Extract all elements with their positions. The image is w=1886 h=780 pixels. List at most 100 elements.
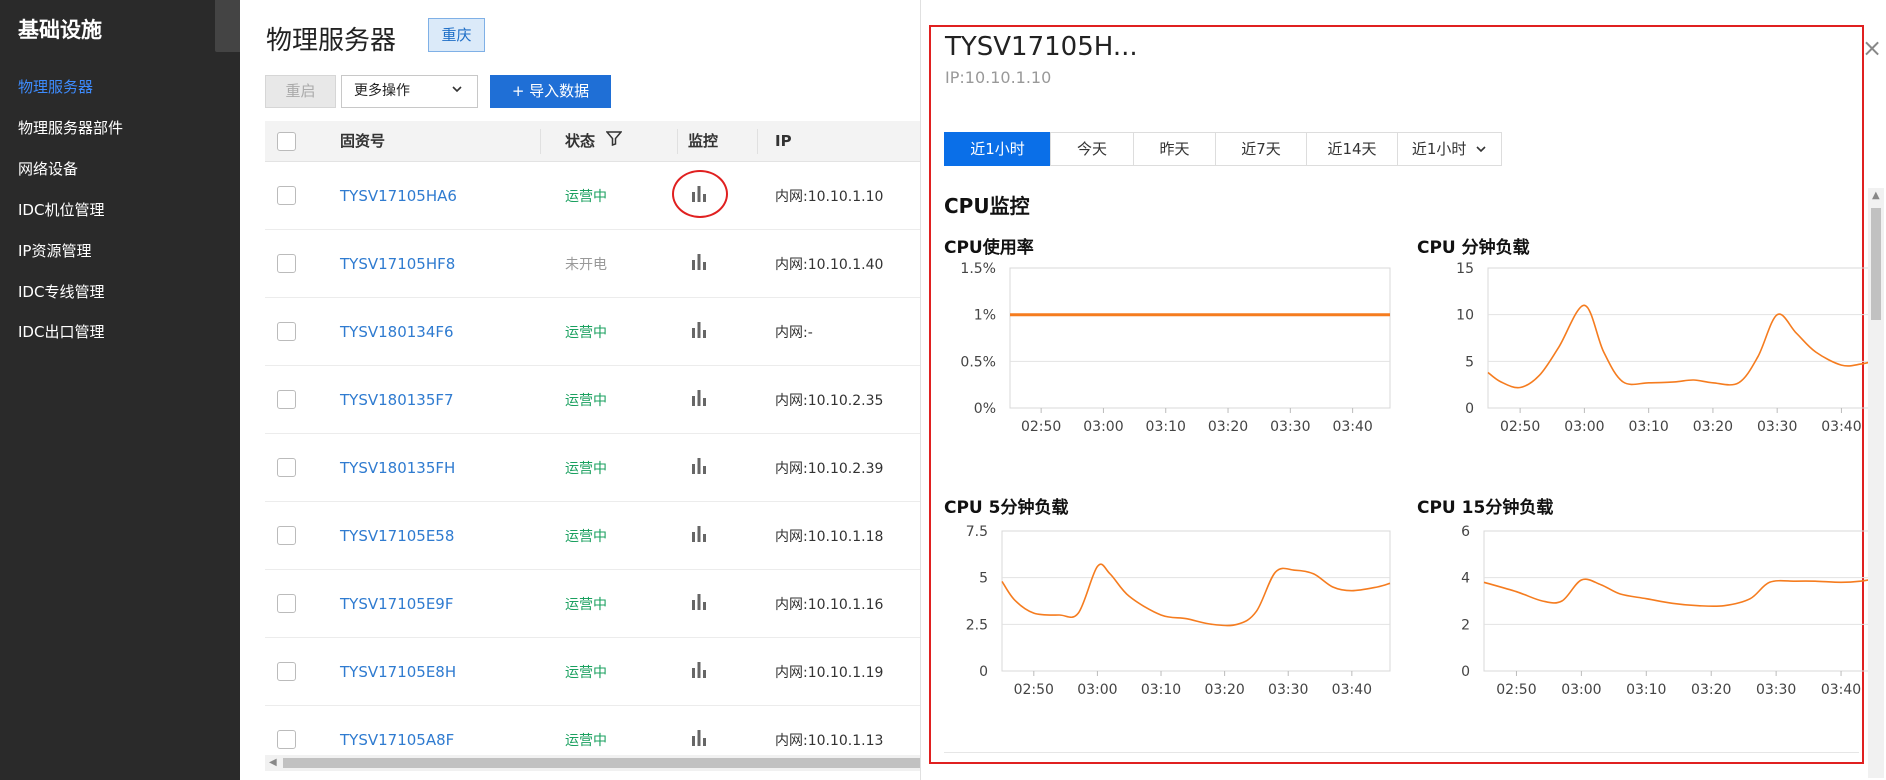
select-all-checkbox[interactable]	[277, 132, 296, 151]
monitor-chart-icon[interactable]	[688, 319, 710, 341]
column-header-ip[interactable]: IP	[775, 121, 792, 162]
row-checkbox[interactable]	[277, 594, 296, 613]
more-operations-label: 更多操作	[354, 83, 410, 99]
sidebar-item-server-parts[interactable]: 物理服务器部件	[18, 117, 123, 138]
monitor-chart-icon[interactable]	[688, 591, 710, 613]
ip-address: 内网:10.10.2.35	[775, 393, 884, 409]
asset-id-link[interactable]: TYSV180134F6	[340, 323, 454, 341]
chart-title-cpu-5min-load: CPU 5分钟负载	[944, 498, 1069, 518]
column-header-status[interactable]: 状态	[565, 121, 623, 162]
vertical-scrollbar[interactable]: ▲	[1868, 188, 1884, 778]
scroll-left-arrow-icon[interactable]: ◀	[269, 757, 277, 768]
asset-id-link[interactable]: TYSV17105HF8	[340, 255, 455, 273]
monitor-chart-icon[interactable]	[688, 523, 710, 545]
region-badge[interactable]: 重庆	[428, 18, 485, 52]
row-checkbox[interactable]	[277, 254, 296, 273]
table-row: TYSV17105E8H 运营中 内网:10.10.1.19	[265, 638, 920, 706]
sidebar-item-ip-resources[interactable]: IP资源管理	[18, 240, 91, 261]
column-header-asset[interactable]: 固资号	[340, 121, 385, 162]
table-row: TYSV180134F6 运营中 内网:-	[265, 298, 920, 366]
asset-id-link[interactable]: TYSV17105E9F	[340, 595, 453, 613]
ip-address: 内网:10.10.1.13	[775, 733, 884, 749]
y-tick-label: 0	[979, 664, 988, 680]
time-range-dropdown[interactable]: 近1小时	[1397, 132, 1502, 166]
x-tick-label: 03:30	[1268, 682, 1308, 698]
sidebar: 基础设施 物理服务器 物理服务器部件 网络设备 IDC机位管理 IP资源管理 I…	[0, 0, 240, 780]
cpu-1min-load-chart: 15 10 5 0 02:50 03:00 03:10 03:20 03:30 03:40	[1456, 261, 1881, 435]
table-row: TYSV17105E58 运营中 内网:10.10.1.18	[265, 502, 920, 570]
monitor-chart-icon[interactable]	[688, 387, 710, 409]
tab-last-1-hour[interactable]: 近1小时	[944, 132, 1051, 166]
ip-address: 内网:10.10.2.39	[775, 461, 884, 477]
tab-yesterday[interactable]: 昨天	[1133, 132, 1216, 166]
main-content: 物理服务器 重庆 重启 更多操作 + 导入数据 固资号 状态 监控 IP TYS…	[240, 0, 920, 780]
y-tick-label: 1%	[974, 308, 996, 324]
sidebar-collapse-tab[interactable]	[215, 0, 240, 52]
tab-last-7-days[interactable]: 近7天	[1215, 132, 1307, 166]
asset-id-link[interactable]: TYSV180135FH	[340, 459, 455, 477]
plot-frame	[1001, 530, 1391, 672]
close-icon[interactable]: ×	[1862, 34, 1882, 62]
filter-icon[interactable]	[605, 121, 623, 162]
sidebar-item-idc-dedicated-line[interactable]: IDC专线管理	[18, 281, 104, 302]
table-row: TYSV180135F7 运营中 内网:10.10.2.35	[265, 366, 920, 434]
x-tick-label: 03:20	[1693, 419, 1733, 435]
row-checkbox[interactable]	[277, 526, 296, 545]
row-checkbox[interactable]	[277, 730, 296, 749]
row-checkbox[interactable]	[277, 322, 296, 341]
asset-id-link[interactable]: TYSV17105E8H	[340, 663, 456, 681]
time-range-dropdown-label: 近1小时	[1411, 140, 1467, 158]
panel-ip: IP:10.10.1.10	[945, 68, 1052, 87]
horizontal-scroll-thumb[interactable]	[283, 758, 920, 768]
asset-id-link[interactable]: TYSV17105A8F	[340, 731, 454, 749]
monitor-chart-icon[interactable]	[688, 727, 710, 749]
table-row: TYSV17105A8F 运营中 内网:10.10.1.13	[265, 706, 920, 755]
chevron-down-icon	[1475, 134, 1487, 166]
x-tick-label: 03:00	[1564, 419, 1604, 435]
tab-last-14-days[interactable]: 近14天	[1306, 132, 1398, 166]
x-tick-label: 03:30	[1756, 682, 1796, 698]
x-tick-label: 03:40	[1821, 682, 1861, 698]
column-separator	[757, 129, 758, 154]
sidebar-item-network-devices[interactable]: 网络设备	[18, 158, 78, 179]
status-text: 运营中	[565, 461, 607, 477]
sidebar-item-physical-server[interactable]: 物理服务器	[18, 76, 93, 97]
monitor-chart-icon[interactable]	[688, 659, 710, 681]
series-line	[1001, 563, 1391, 627]
status-text: 运营中	[565, 529, 607, 545]
x-tick-label: 03:30	[1757, 419, 1797, 435]
status-text: 运营中	[565, 325, 607, 341]
sidebar-item-idc-egress[interactable]: IDC出口管理	[18, 321, 104, 342]
status-text: 运营中	[565, 665, 607, 681]
table-header: 固资号 状态 监控 IP	[265, 121, 920, 162]
restart-button[interactable]: 重启	[265, 75, 336, 108]
status-text: 运营中	[565, 393, 607, 409]
horizontal-scrollbar[interactable]: ◀	[265, 755, 920, 771]
y-tick-label: 0%	[974, 401, 996, 417]
asset-id-link[interactable]: TYSV17105E58	[340, 527, 454, 545]
row-checkbox[interactable]	[277, 186, 296, 205]
x-tick-label: 03:10	[1146, 419, 1186, 435]
tab-today[interactable]: 今天	[1050, 132, 1134, 166]
x-tick-label: 02:50	[1496, 682, 1536, 698]
y-tick-label: 15	[1456, 261, 1474, 277]
monitor-chart-icon[interactable]	[688, 455, 710, 477]
y-tick-label: 2	[1461, 617, 1470, 633]
sidebar-item-idc-rack[interactable]: IDC机位管理	[18, 199, 104, 220]
x-tick-label: 03:20	[1208, 419, 1248, 435]
ip-address: 内网:10.10.1.16	[775, 597, 884, 613]
row-checkbox[interactable]	[277, 390, 296, 409]
more-operations-dropdown[interactable]: 更多操作	[341, 75, 478, 108]
scroll-up-arrow-icon[interactable]: ▲	[1872, 190, 1880, 201]
row-checkbox[interactable]	[277, 458, 296, 477]
plot-frame	[1009, 267, 1391, 409]
asset-id-link[interactable]: TYSV17105HA6	[340, 187, 457, 205]
asset-id-link[interactable]: TYSV180135F7	[340, 391, 454, 409]
series-line	[1483, 576, 1881, 608]
row-checkbox[interactable]	[277, 662, 296, 681]
monitor-chart-icon[interactable]	[688, 251, 710, 273]
x-tick-label: 03:10	[1626, 682, 1666, 698]
vertical-scroll-thumb[interactable]	[1871, 208, 1881, 320]
ip-address: 内网:-	[775, 325, 813, 341]
import-data-button[interactable]: + 导入数据	[490, 75, 611, 108]
